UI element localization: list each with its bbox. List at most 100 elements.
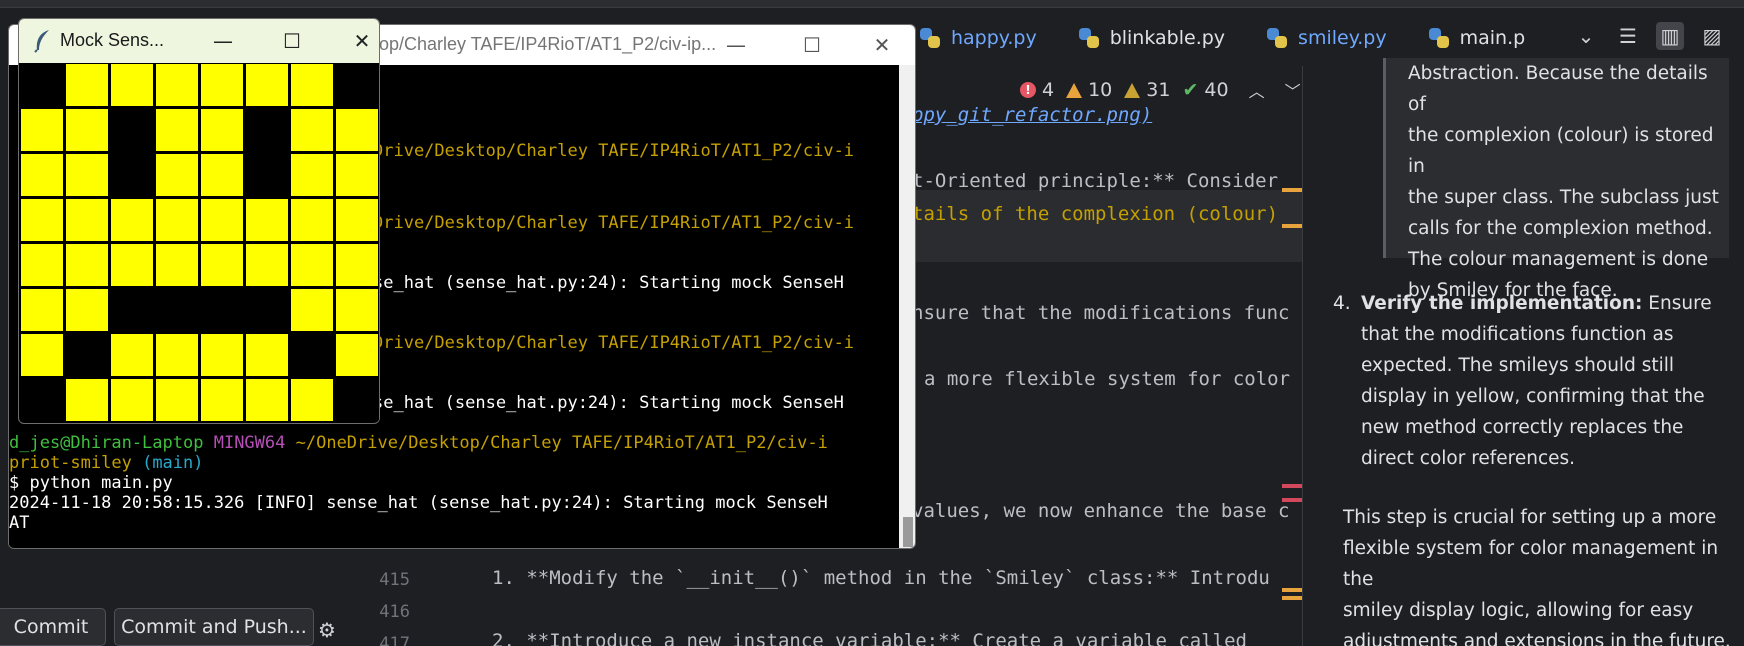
close-icon[interactable]: ✕ bbox=[867, 31, 897, 59]
code-line: ppy_git_refactor.png) bbox=[912, 104, 1153, 126]
chevron-down-icon[interactable]: ﹀ bbox=[1285, 78, 1301, 102]
led-pixel bbox=[335, 243, 379, 287]
led-pixel bbox=[20, 198, 64, 242]
paragraph-line: This step is crucial for setting up a mo… bbox=[1343, 507, 1717, 528]
maximize-icon[interactable]: ☐ bbox=[277, 27, 307, 55]
paragraph-line: adjustments and extensions in the future… bbox=[1343, 631, 1731, 646]
led-pixel bbox=[200, 333, 244, 377]
led-pixel bbox=[335, 333, 379, 377]
led-pixel bbox=[200, 198, 244, 242]
led-pixel bbox=[245, 198, 289, 242]
terminal-scrollbar[interactable] bbox=[899, 65, 915, 548]
gear-icon[interactable]: ⚙ bbox=[318, 618, 342, 642]
paragraph-line: smiley display logic, allowing for easy bbox=[1343, 600, 1694, 621]
warning-count[interactable]: 10 bbox=[1066, 79, 1112, 101]
led-pixel bbox=[65, 198, 109, 242]
led-pixel bbox=[20, 288, 64, 332]
warning-marker[interactable] bbox=[1282, 596, 1302, 600]
code-line: tails of the complexion (colour) bbox=[912, 203, 1279, 225]
led-pixel bbox=[20, 153, 64, 197]
step-text: direct color references. bbox=[1361, 448, 1576, 469]
error-count[interactable]: ! 4 bbox=[1020, 79, 1054, 101]
line-number: 417 bbox=[379, 634, 410, 646]
led-pixel bbox=[110, 108, 154, 152]
warning-marker[interactable] bbox=[1282, 224, 1302, 228]
code-line: nsure that the modifications func bbox=[912, 302, 1290, 324]
warning-marker[interactable] bbox=[1282, 588, 1302, 592]
python-icon bbox=[1077, 26, 1101, 50]
prompt-branch: (main) bbox=[142, 453, 204, 473]
code-line: 1. **Modify the `__init__()` method in t… bbox=[492, 567, 1270, 589]
minimize-icon[interactable]: — bbox=[721, 31, 751, 59]
led-pixel bbox=[245, 333, 289, 377]
led-pixel bbox=[335, 198, 379, 242]
led-pixel bbox=[110, 243, 154, 287]
led-pixel bbox=[110, 333, 154, 377]
led-pixel bbox=[245, 378, 289, 422]
led-pixel bbox=[245, 63, 289, 107]
tab-main-py[interactable]: main.p bbox=[1409, 14, 1548, 62]
minimize-icon[interactable]: — bbox=[208, 27, 238, 55]
led-pixel bbox=[65, 333, 109, 377]
code-line: a more flexible system for color bbox=[924, 368, 1291, 390]
led-pixel bbox=[290, 378, 334, 422]
led-pixel bbox=[65, 243, 109, 287]
closing-paragraph: This step is crucial for setting up a mo… bbox=[1343, 502, 1738, 646]
prompt-repo-line: priot-smiley (main) bbox=[9, 453, 204, 473]
led-pixel bbox=[335, 288, 379, 332]
close-icon[interactable]: ✕ bbox=[347, 27, 377, 55]
commit-and-push-button[interactable]: Commit and Push... bbox=[114, 608, 314, 646]
led-pixel bbox=[335, 153, 379, 197]
weak-warning-icon bbox=[1124, 82, 1141, 98]
quote-block: Abstraction. Because the details of the … bbox=[1383, 58, 1729, 301]
terminal-title: op/Charley TAFE/IP4RioT/AT1_P2/civ-ip... bbox=[379, 34, 717, 54]
quote-line: the super class. The subclass just bbox=[1408, 187, 1719, 208]
line-number: 415 bbox=[379, 570, 410, 590]
warning-icon bbox=[1066, 82, 1083, 98]
terminal-line: Drive/Desktop/Charley TAFE/IP4RioT/AT1_P… bbox=[373, 333, 855, 353]
menu-lines-icon[interactable]: ☰ bbox=[1614, 22, 1642, 50]
maximize-icon[interactable]: ☐ bbox=[797, 31, 827, 59]
ok-count[interactable]: ✔ 40 bbox=[1182, 79, 1228, 101]
led-pixel bbox=[155, 378, 199, 422]
scrollbar-thumb[interactable] bbox=[903, 517, 913, 547]
error-marker[interactable] bbox=[1282, 498, 1302, 502]
led-pixel bbox=[290, 198, 334, 242]
ai-assistant-panel: Abstraction. Because the details of the … bbox=[1302, 58, 1744, 646]
error-marker[interactable] bbox=[1282, 484, 1302, 488]
chevron-up-icon[interactable]: ︿ bbox=[1249, 78, 1265, 102]
led-pixel bbox=[20, 243, 64, 287]
led-pixel bbox=[155, 243, 199, 287]
command-line: $ python main.py bbox=[9, 473, 173, 493]
led-pixel bbox=[65, 63, 109, 107]
image-preview-icon[interactable]: ▨ bbox=[1698, 22, 1726, 50]
prompt-line: d_jes@Dhiran-Laptop MINGW64 ~/OneDrive/D… bbox=[9, 433, 828, 453]
inspection-widget[interactable]: ! 4 10 31 ✔ 40 ︿ ﹀ bbox=[1020, 76, 1301, 104]
led-pixel bbox=[245, 153, 289, 197]
led-pixel bbox=[65, 378, 109, 422]
led-pixel bbox=[65, 288, 109, 332]
led-pixel bbox=[20, 378, 64, 422]
led-pixel bbox=[110, 153, 154, 197]
commit-button[interactable]: Commit bbox=[0, 608, 106, 646]
tab-smiley-py[interactable]: smiley.py bbox=[1247, 14, 1409, 62]
chevron-down-icon[interactable]: ⌄ bbox=[1572, 22, 1600, 50]
sense-hat-titlebar[interactable]: Mock Sens... — ☐ ✕ bbox=[19, 19, 379, 63]
terminal-line: Drive/Desktop/Charley TAFE/IP4RioT/AT1_P… bbox=[373, 141, 855, 161]
terminal-line: se_hat (sense_hat.py:24): Starting mock … bbox=[373, 273, 844, 293]
tab-blinkable-py[interactable]: blinkable.py bbox=[1059, 14, 1247, 62]
step-heading: Verify the implementation: bbox=[1361, 293, 1643, 314]
led-pixel bbox=[290, 288, 334, 332]
tab-happy-py[interactable]: happy.py bbox=[900, 14, 1059, 62]
sense-hat-window[interactable]: Mock Sens... — ☐ ✕ bbox=[18, 18, 380, 424]
desktop: happy.py blinkable.py smiley.py main.p ⌄… bbox=[0, 0, 1744, 646]
led-pixel bbox=[65, 108, 109, 152]
warning-marker[interactable] bbox=[1282, 188, 1302, 192]
tab-label: smiley.py bbox=[1298, 27, 1387, 49]
line-number: 416 bbox=[379, 602, 410, 622]
split-view-icon[interactable]: ▥ bbox=[1656, 22, 1684, 50]
editor-tab-bar: happy.py blinkable.py smiley.py main.p bbox=[900, 14, 1547, 62]
led-pixel bbox=[110, 198, 154, 242]
tab-label: main.p bbox=[1459, 27, 1526, 49]
weak-warning-count[interactable]: 31 bbox=[1124, 79, 1170, 101]
